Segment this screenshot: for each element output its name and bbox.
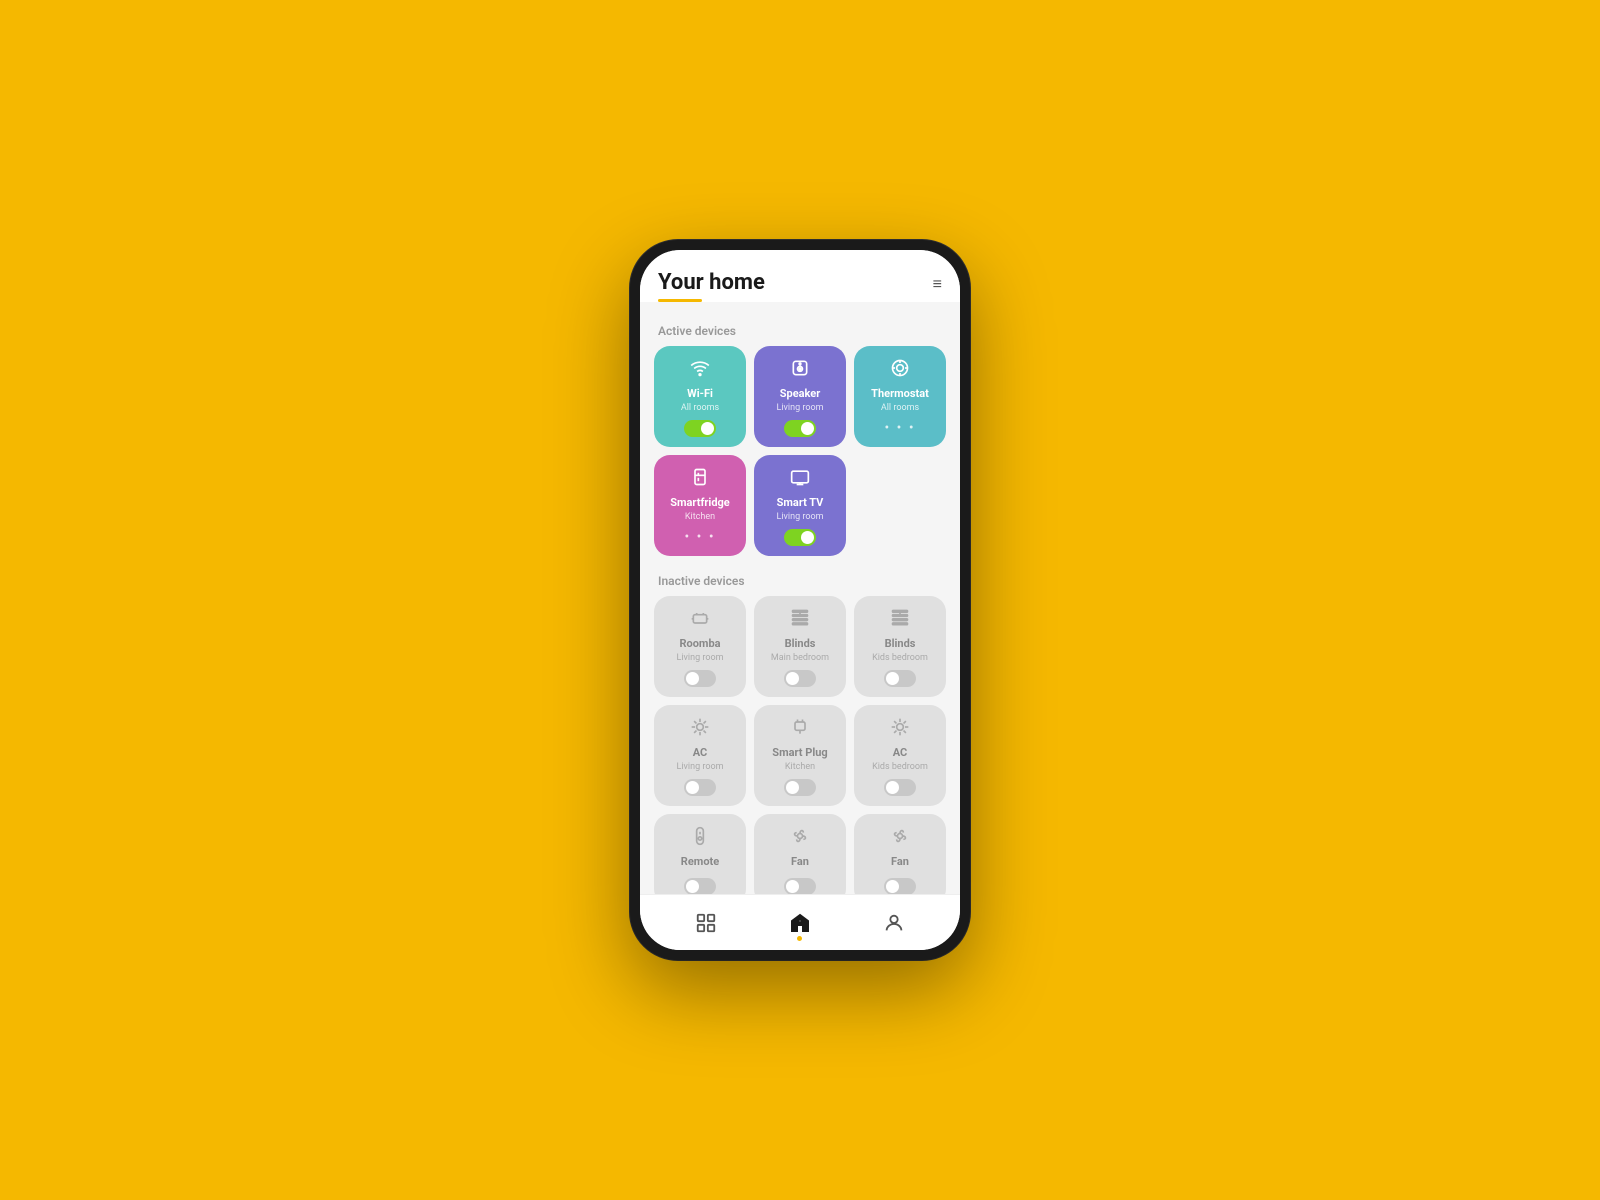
plug-name: Smart Plug: [772, 746, 827, 759]
device-card-plug[interactable]: Smart Plug Kitchen: [754, 705, 846, 806]
ac-living-toggle[interactable]: [684, 779, 716, 796]
home-icon: [788, 911, 812, 935]
bottom-nav: [640, 894, 960, 950]
blinds-kids-icon: [890, 608, 910, 633]
fridge-name: Smartfridge: [670, 496, 730, 509]
phone-frame: Your home ≡ Active devices: [630, 240, 970, 960]
speaker-room: Living room: [777, 403, 824, 413]
blinds-main-room: Main bedroom: [771, 653, 829, 663]
device-card-blinds-kids[interactable]: Blinds Kids bedroom: [854, 596, 946, 697]
remote-name: Remote: [681, 855, 719, 868]
fan2-toggle[interactable]: [884, 878, 916, 894]
device-card-remote[interactable]: Remote: [654, 814, 746, 894]
plug-room: Kitchen: [785, 762, 815, 772]
fridge-dots: • • •: [684, 529, 715, 545]
ac-kids-room: Kids bedroom: [872, 762, 928, 772]
remote-icon: [690, 826, 710, 851]
roomba-toggle[interactable]: [684, 670, 716, 687]
blinds-kids-toggle[interactable]: [884, 670, 916, 687]
blinds-main-toggle[interactable]: [784, 670, 816, 687]
device-card-ac-kids[interactable]: AC Kids bedroom: [854, 705, 946, 806]
nav-profile[interactable]: [867, 904, 921, 942]
remote-toggle[interactable]: [684, 878, 716, 894]
thermostat-name: Thermostat: [871, 387, 929, 400]
active-devices-grid: Wi-Fi All rooms: [640, 346, 960, 564]
thermostat-dots: • • •: [884, 420, 915, 436]
inactive-devices-grid: Roomba Living room: [640, 596, 960, 894]
ac-kids-toggle[interactable]: [884, 779, 916, 796]
apps-icon: [695, 912, 717, 934]
blinds-kids-name: Blinds: [885, 637, 916, 650]
blinds-kids-room: Kids bedroom: [872, 653, 928, 663]
roomba-room: Living room: [677, 653, 724, 663]
wifi-toggle[interactable]: [684, 420, 716, 437]
fridge-icon: [690, 467, 710, 492]
ac-living-room: Living room: [677, 762, 724, 772]
wifi-name: Wi-Fi: [687, 387, 713, 400]
wifi-room: All rooms: [681, 403, 719, 413]
active-section-label: Active devices: [640, 314, 960, 346]
blinds-main-icon: [790, 608, 810, 633]
phone-screen: Your home ≡ Active devices: [640, 250, 960, 950]
tv-icon: [790, 467, 810, 492]
roomba-name: Roomba: [679, 637, 720, 650]
device-card-fan2[interactable]: Fan: [854, 814, 946, 894]
ac-kids-name: AC: [893, 746, 908, 759]
app-header: Your home ≡: [640, 250, 960, 302]
app-title: Your home: [658, 270, 765, 295]
screen-scroll: Your home ≡ Active devices: [640, 250, 960, 894]
device-card-blinds-main[interactable]: Blinds Main bedroom: [754, 596, 846, 697]
tv-name: Smart TV: [777, 496, 824, 509]
thermostat-room: All rooms: [881, 403, 919, 413]
speaker-icon: [790, 358, 810, 383]
fan2-icon: [890, 826, 910, 851]
device-card-roomba[interactable]: Roomba Living room: [654, 596, 746, 697]
plug-icon: [790, 717, 810, 742]
inactive-section-label: Inactive devices: [640, 564, 960, 596]
plug-toggle[interactable]: [784, 779, 816, 796]
ac-kids-icon: [890, 717, 910, 742]
ac-living-icon: [690, 717, 710, 742]
title-underline: [658, 299, 702, 302]
nav-home[interactable]: [772, 903, 828, 943]
person-icon: [883, 912, 905, 934]
tv-toggle[interactable]: [784, 529, 816, 546]
roomba-icon: [690, 608, 710, 633]
tv-room: Living room: [777, 512, 824, 522]
blinds-main-name: Blinds: [785, 637, 816, 650]
device-card-thermostat[interactable]: Thermostat All rooms • • •: [854, 346, 946, 447]
device-card-wifi[interactable]: Wi-Fi All rooms: [654, 346, 746, 447]
device-card-fridge[interactable]: Smartfridge Kitchen • • •: [654, 455, 746, 556]
device-card-tv[interactable]: Smart TV Living room: [754, 455, 846, 556]
nav-apps[interactable]: [679, 904, 733, 942]
device-card-speaker[interactable]: Speaker Living room: [754, 346, 846, 447]
fan1-toggle[interactable]: [784, 878, 816, 894]
fan1-icon: [790, 826, 810, 851]
home-active-dot: [797, 936, 802, 941]
wifi-icon: [690, 358, 710, 383]
thermostat-icon: [890, 358, 910, 383]
fan1-name: Fan: [791, 855, 809, 868]
speaker-toggle[interactable]: [784, 420, 816, 437]
fan2-name: Fan: [891, 855, 909, 868]
speaker-name: Speaker: [780, 387, 821, 400]
ac-living-name: AC: [693, 746, 708, 759]
device-card-fan1[interactable]: Fan: [754, 814, 846, 894]
fridge-room: Kitchen: [685, 512, 715, 522]
device-card-ac-living[interactable]: AC Living room: [654, 705, 746, 806]
menu-icon[interactable]: ≡: [933, 274, 942, 294]
